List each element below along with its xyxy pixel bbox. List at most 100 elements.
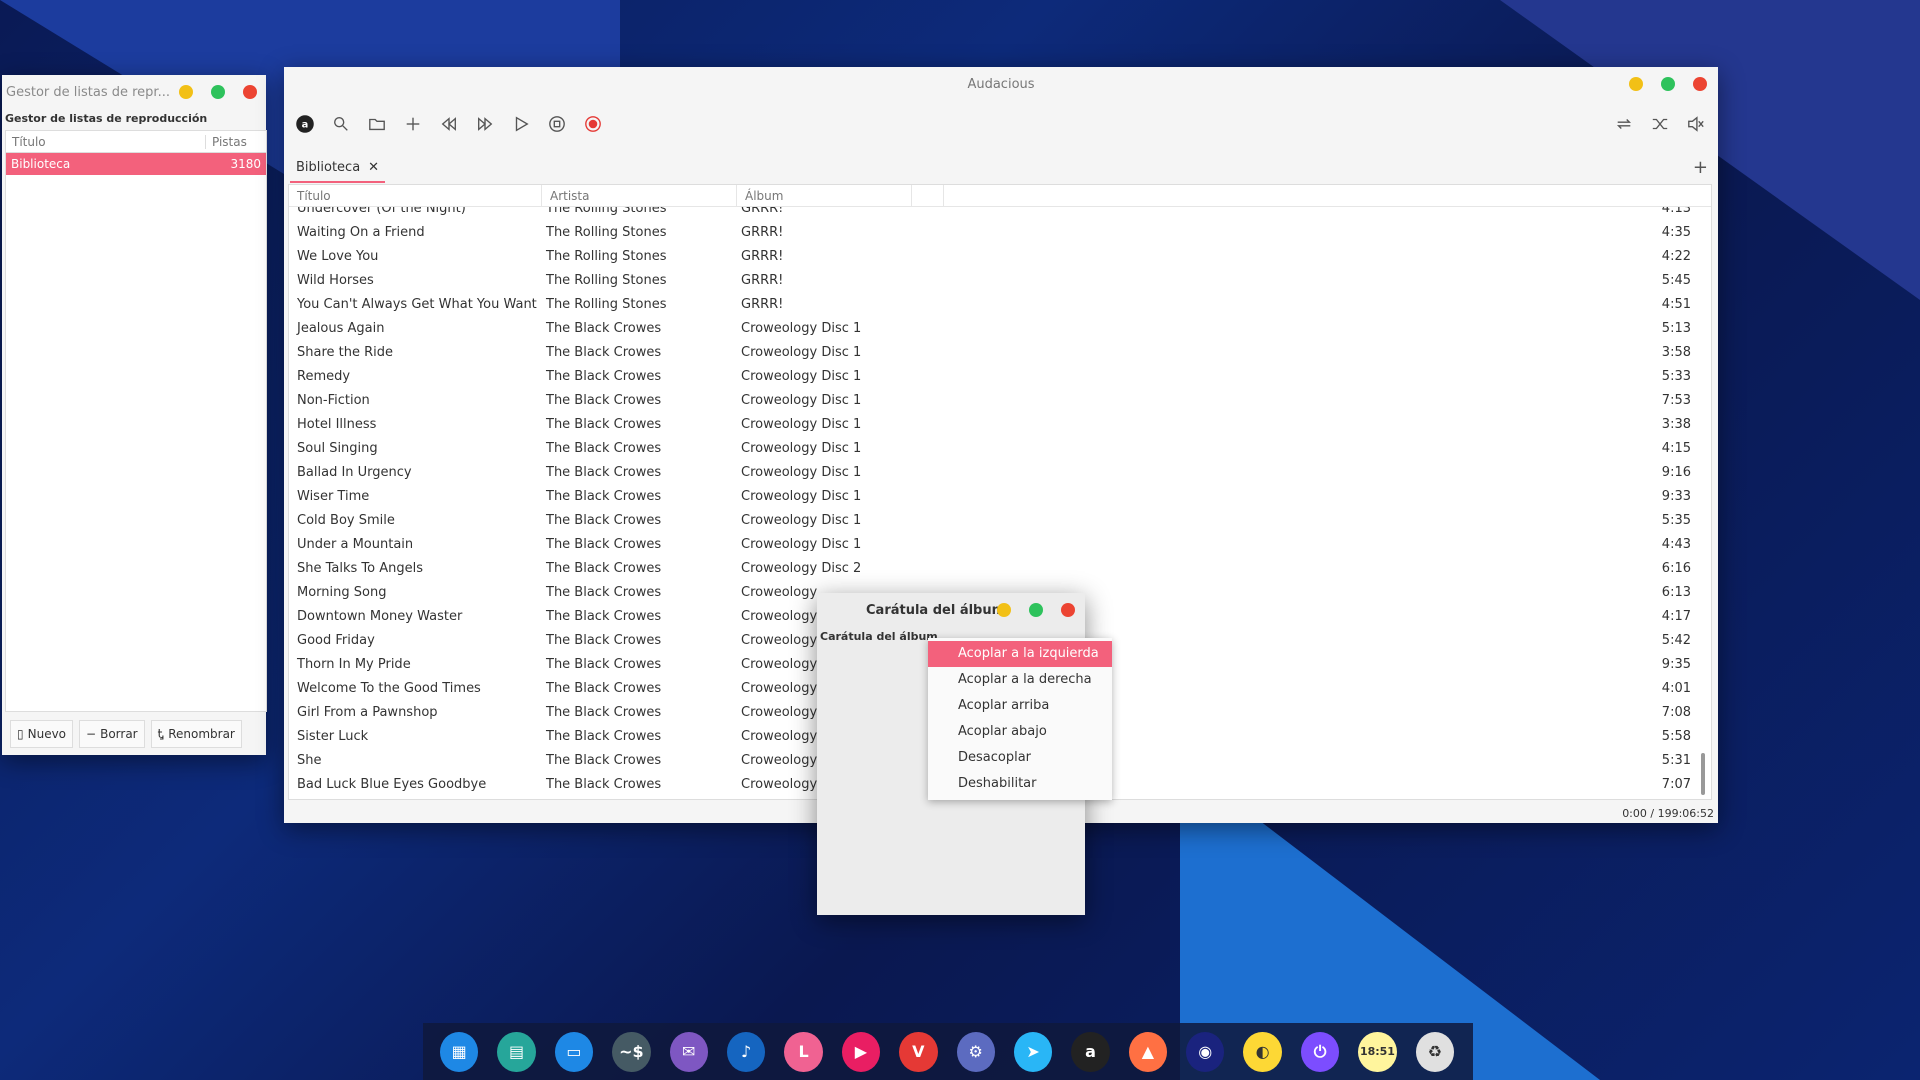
menu-item-dock-left[interactable]: Acoplar a la izquierda	[928, 641, 1112, 667]
menu-item-undock[interactable]: Desacoplar	[928, 745, 1112, 771]
video-icon[interactable]: ▶	[841, 1031, 881, 1072]
files-icon[interactable]: ▭	[554, 1031, 594, 1072]
track-title: Downtown Money Waster	[297, 609, 463, 624]
track-title: She Talks To Angels	[297, 561, 424, 576]
table-row[interactable]: Jealous Again The Black Crowes Croweology …	[289, 317, 1711, 341]
minimize-button[interactable]	[179, 85, 193, 99]
column-header-album[interactable]: Álbum	[737, 185, 912, 206]
track-title: Good Friday	[297, 633, 375, 648]
tab-biblioteca[interactable]: Biblioteca ✕	[290, 153, 386, 183]
next-button[interactable]	[474, 113, 496, 135]
track-artist: The Black Crowes	[546, 561, 662, 576]
software-icon[interactable]: ▲	[1128, 1031, 1168, 1072]
music-icon[interactable]: ♪	[726, 1031, 766, 1072]
rename-playlist-button[interactable]: Ꮏ Renombrar	[150, 720, 242, 748]
settings-icon[interactable]: ⚙	[956, 1031, 995, 1072]
table-row[interactable]: Non-Fiction The Black Crowes Croweology Di…	[289, 389, 1711, 413]
open-files-button[interactable]	[366, 113, 388, 135]
menu-item-dock-top[interactable]: Acoplar arriba	[928, 693, 1112, 719]
clock-icon[interactable]: 18:51	[1358, 1031, 1397, 1072]
column-header-tracks[interactable]: Pistas	[206, 135, 247, 149]
menu-item-dock-bottom[interactable]: Acoplar abajo	[928, 719, 1112, 745]
text-editor-icon[interactable]: L	[784, 1031, 823, 1072]
monitor-icon[interactable]: ◉	[1186, 1031, 1225, 1072]
track-duration: 4:51	[1661, 297, 1691, 312]
playlist-manager-footer: ▯ Nuevo − Borrar Ꮏ Renombrar	[2, 713, 266, 755]
tab-label: Biblioteca	[296, 159, 361, 175]
track-album: Croweology	[741, 777, 818, 792]
playlist-row[interactable]: Biblioteca 3180	[6, 153, 266, 175]
menu-item-dock-right[interactable]: Acoplar a la derecha	[928, 667, 1112, 693]
close-button[interactable]	[1061, 603, 1075, 617]
main-titlebar[interactable]: Audacious	[284, 67, 1718, 101]
column-header-title[interactable]: Título	[289, 185, 542, 206]
telegram-icon[interactable]: ➤	[1013, 1031, 1053, 1072]
menu-item-disable[interactable]: Deshabilitar	[928, 771, 1112, 797]
album-art-titlebar[interactable]: Carátula del álbum	[817, 593, 1085, 627]
track-album: Croweology	[741, 681, 818, 696]
track-artist: The Black Crowes	[546, 657, 662, 672]
track-duration: 4:15	[1661, 441, 1691, 456]
trash-icon[interactable]: ♻	[1415, 1031, 1455, 1072]
power-icon[interactable]: ⏻	[1300, 1031, 1340, 1072]
table-row[interactable]: Remedy The Black Crowes Croweology Disc 1 5…	[289, 365, 1711, 389]
table-row[interactable]: Hotel Illness The Black Crowes Croweology …	[289, 413, 1711, 437]
maximize-button[interactable]	[1661, 77, 1675, 91]
previous-button[interactable]	[438, 113, 460, 135]
table-row[interactable]: She Talks To Angels The Black Crowes Crowe…	[289, 557, 1711, 581]
app-menu-button[interactable]: a	[294, 113, 316, 135]
track-duration: 4:22	[1661, 249, 1691, 264]
table-row[interactable]: Cold Boy Smile The Black Crowes Croweology…	[289, 509, 1711, 533]
notes-icon[interactable]: ▤	[497, 1031, 536, 1072]
terminal-icon[interactable]: ~$	[612, 1031, 651, 1072]
track-title: Welcome To the Good Times	[297, 681, 481, 696]
play-icon	[515, 116, 529, 132]
column-header-extra[interactable]	[912, 185, 944, 206]
playlist-list[interactable]: Título Pistas Biblioteca 3180	[5, 130, 267, 712]
record-button[interactable]	[582, 113, 604, 135]
close-tab-icon[interactable]: ✕	[368, 160, 379, 175]
launcher-icon[interactable]: ▦	[440, 1031, 479, 1072]
delete-playlist-button[interactable]: − Borrar	[79, 720, 145, 748]
maximize-button[interactable]	[211, 85, 225, 99]
table-row[interactable]: Under a Mountain The Black Crowes Croweolo…	[289, 533, 1711, 557]
search-button[interactable]	[330, 113, 352, 135]
track-title: Wild Horses	[297, 273, 374, 288]
minimize-button[interactable]	[997, 603, 1011, 617]
table-row[interactable]: Share the Ride The Black Crowes Croweology…	[289, 341, 1711, 365]
track-album: Croweology Disc 2	[741, 561, 862, 576]
scrollbar[interactable]	[1701, 753, 1705, 795]
repeat-button[interactable]	[1613, 113, 1635, 135]
close-button[interactable]	[243, 85, 257, 99]
stop-button[interactable]	[546, 113, 568, 135]
weather-icon[interactable]: ◐	[1243, 1031, 1282, 1072]
minimize-button[interactable]	[1629, 77, 1643, 91]
track-duration: 3:58	[1661, 345, 1691, 360]
table-row[interactable]: Ballad In Urgency The Black Crowes Croweol…	[289, 461, 1711, 485]
vivaldi-icon[interactable]: V	[899, 1031, 938, 1072]
table-row[interactable]: Waiting On a Friend The Rolling Stones GRR…	[289, 221, 1711, 245]
volume-button[interactable]	[1685, 113, 1707, 135]
playlist-manager-titlebar[interactable]: Gestor de listas de repr...	[2, 75, 266, 109]
maximize-button[interactable]	[1029, 603, 1043, 617]
track-album: GRRR!	[741, 273, 784, 288]
add-files-button[interactable]	[402, 113, 424, 135]
new-playlist-button[interactable]: ▯ Nuevo	[10, 720, 74, 748]
close-button[interactable]	[1693, 77, 1707, 91]
table-row[interactable]: Soul Singing The Black Crowes Croweology D…	[289, 437, 1711, 461]
track-artist: The Black Crowes	[546, 753, 662, 768]
audacious-icon[interactable]: a	[1071, 1031, 1110, 1072]
track-album: Croweology Disc 1	[741, 369, 862, 384]
shuffle-button[interactable]	[1649, 113, 1671, 135]
table-row[interactable]: Wiser Time The Black Crowes Croweology Dis…	[289, 485, 1711, 509]
play-button[interactable]	[510, 113, 532, 135]
track-album: Croweology Disc 1	[741, 393, 862, 408]
add-tab-button[interactable]: +	[1693, 157, 1708, 178]
table-row[interactable]: You Can't Always Get What You Want The Ro…	[289, 293, 1711, 317]
column-header-artist[interactable]: Artista	[542, 185, 737, 206]
mail-icon[interactable]: ✉	[669, 1031, 708, 1072]
column-header-title[interactable]: Título	[6, 134, 206, 149]
rename-icon: Ꮏ	[157, 726, 165, 741]
table-row[interactable]: We Love You The Rolling Stones GRRR! 4:22	[289, 245, 1711, 269]
table-row[interactable]: Wild Horses The Rolling Stones GRRR! 5:45	[289, 269, 1711, 293]
